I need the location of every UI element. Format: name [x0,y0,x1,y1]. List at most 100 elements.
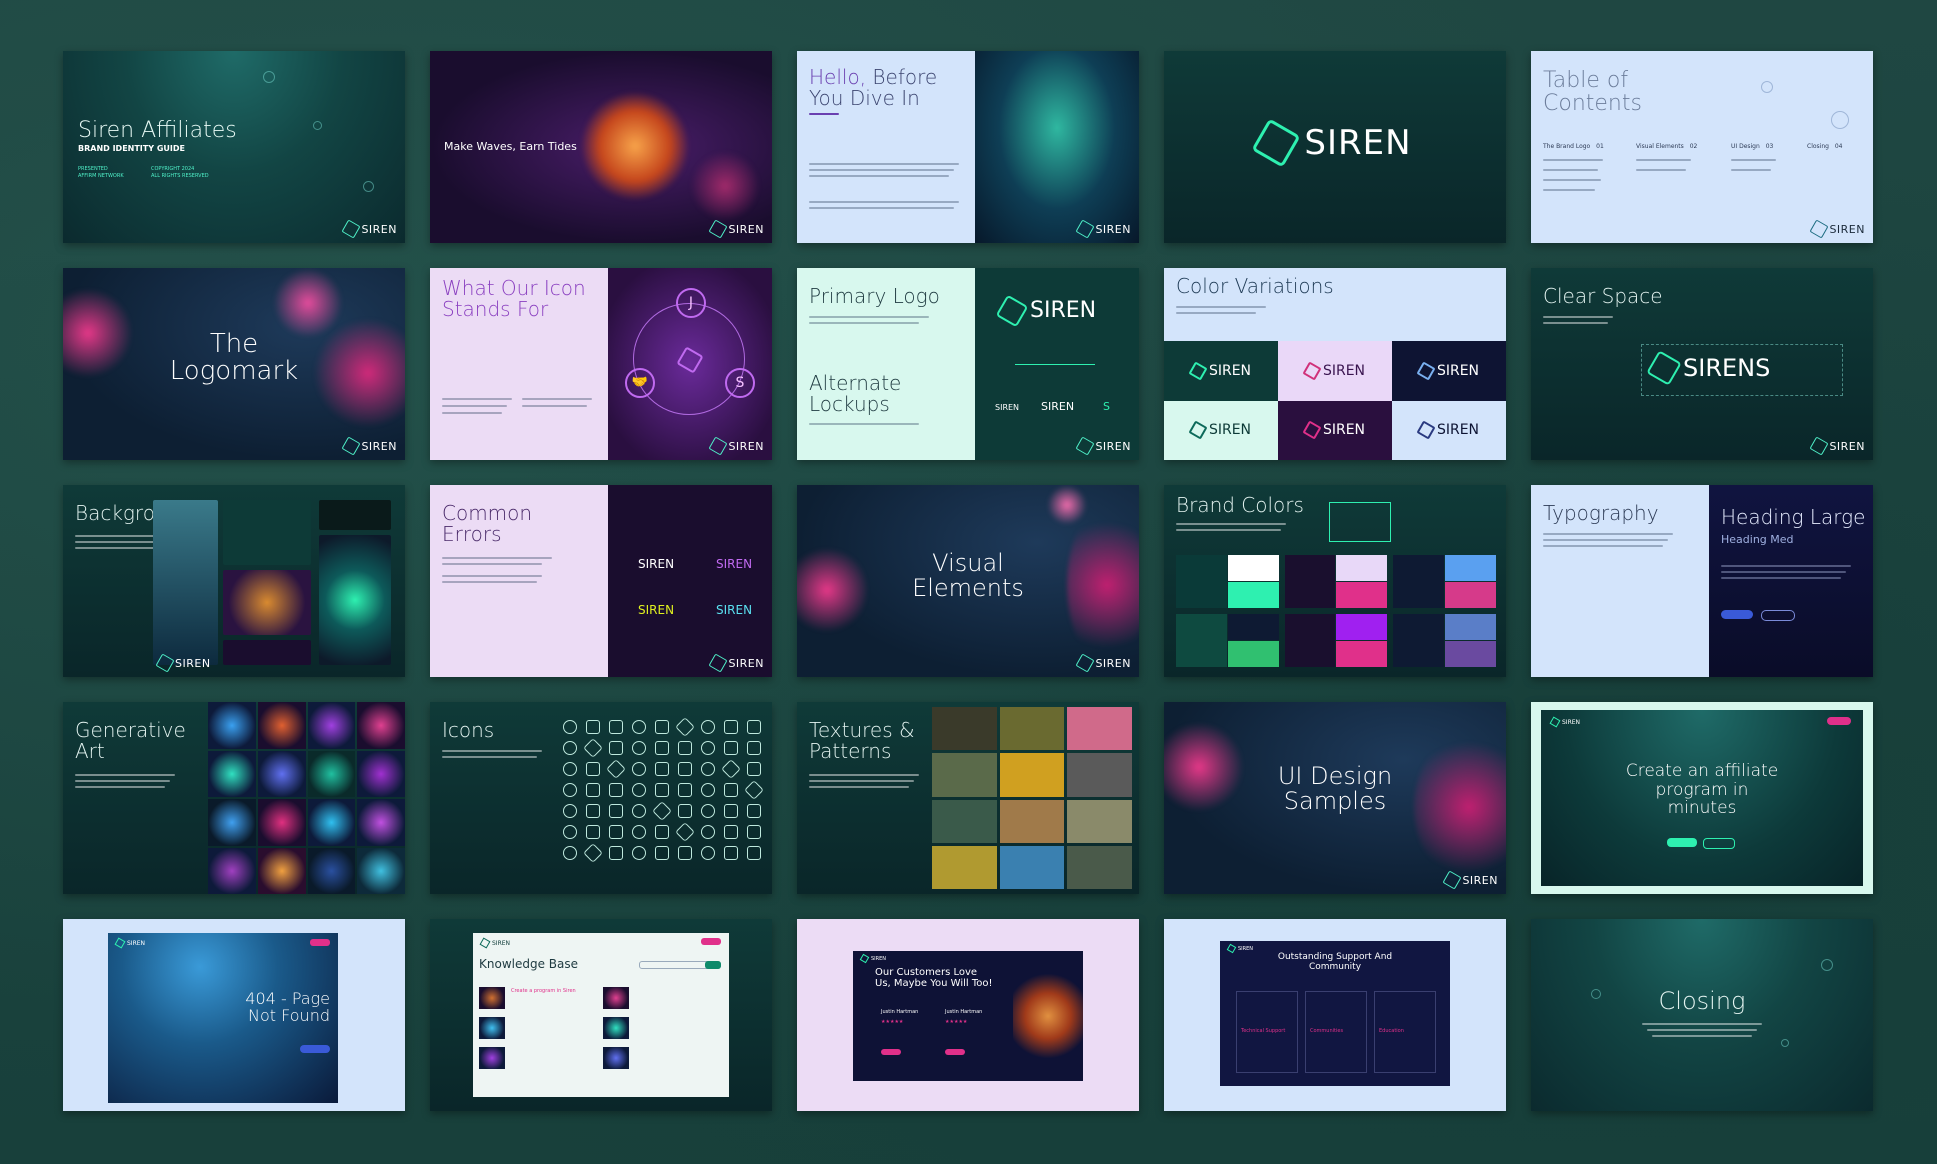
brand-colors-title: Brand Colors [1176,493,1304,517]
line-icon [675,822,695,842]
line-icon [724,825,738,839]
slide-primary-logo[interactable]: SIREN SIREN SIREN S Primary Logo Alterna… [797,268,1139,460]
404-frame: SIREN 404 - Page Not Found [108,933,338,1103]
slide-logo[interactable]: SIREN [1164,51,1506,243]
line-icon [724,804,738,818]
hex-logo-icon [1075,436,1095,456]
hex-logo-icon [155,653,175,673]
slide-typography[interactable]: Heading Large Heading Med Typography [1531,485,1873,677]
slide-icons[interactable]: Icons [430,702,772,894]
line-icon [747,825,761,839]
brand-watermark: SIREN [708,219,764,239]
line-icon [609,804,623,818]
error-example-2: SIREN [716,557,753,571]
404-home-button [300,1045,330,1053]
heading-med-sample: Heading Med [1721,533,1794,546]
line-icon [632,846,646,860]
closing-title: Closing [1658,987,1746,1015]
slide-hero-sample[interactable]: SIREN Create an affiliate program in min… [1531,702,1873,894]
slide-textures[interactable]: Textures & Patterns [797,702,1139,894]
line-icon [655,783,669,797]
hex-logo-icon [1075,219,1095,239]
line-icon [678,783,692,797]
support-card: Communities [1305,991,1367,1073]
swatch-grid [1176,555,1496,667]
slide-knowledge-base[interactable]: SIREN Knowledge Base Create a program in… [430,919,772,1111]
slide-closing[interactable]: Closing [1531,919,1873,1111]
variation-tile: SIREN [1278,400,1392,460]
swatch [1393,614,1445,667]
line-icon [721,759,741,779]
line-icon [583,738,603,758]
icons-title: Icons [442,718,495,742]
testimonial-octopus-image [1013,961,1083,1071]
line-icon [632,741,646,755]
line-icon [586,720,600,734]
line-icon [586,783,600,797]
brand-watermark: SIREN [708,436,764,456]
slide-hello[interactable]: Hello, Before You Dive In SIREN [797,51,1139,243]
support-frame: SIREN Outstanding Support And Community … [1220,941,1450,1086]
toc-section-2: Visual Elements 02 [1636,143,1698,150]
testimonial-headline: Our Customers Love Us, Maybe You Will To… [875,967,993,989]
line-icon [563,783,577,797]
slide-ui-samples[interactable]: UI Design Samples SIREN [1164,702,1506,894]
slide-icon-meaning[interactable]: J S 🤝 What Our Icon Stands For SIREN [430,268,772,460]
rating-stars: ★★★★★ [881,1019,904,1025]
hex-logo-icon [1646,350,1682,386]
background-thumb-jelly [319,535,391,665]
slide-testimonials[interactable]: SIREN Our Customers Love Us, Maybe You W… [797,919,1139,1111]
hex-logo-icon [1809,436,1829,456]
kb-article-thumb [479,1047,505,1069]
line-icon [655,846,669,860]
line-icon [698,738,718,758]
primary-lockup: SIREN [995,294,1096,327]
slide-support[interactable]: SIREN Outstanding Support And Community … [1164,919,1506,1111]
support-headline: Outstanding Support And Community [1277,952,1393,972]
testimonial-button [945,1049,965,1055]
swatch [1445,614,1496,640]
sample-secondary-button [1761,610,1795,621]
hero-headline: Create an affiliate program in minutes [1625,761,1779,819]
slide-color-variations[interactable]: Color Variations SIREN SIREN SIREN SIREN… [1164,268,1506,460]
hex-logo-icon [708,436,728,456]
swatch [1336,614,1388,640]
slide-cover[interactable]: Siren Affiliates BRAND IDENTITY GUIDE PR… [63,51,405,243]
slide-logomark[interactable]: The Logomark SIREN [63,268,405,460]
line-icon [701,783,715,797]
line-icon [701,762,715,776]
line-icon [563,846,577,860]
line-icon [655,825,669,839]
swatch [1176,555,1227,608]
hex-logo-icon [1442,870,1462,890]
slide-tagline[interactable]: Make Waves, Earn Tides SIREN [430,51,772,243]
kb-search-button[interactable] [705,961,721,969]
slide-backgrounds[interactable]: Backgrounds SIREN [63,485,405,677]
hero-nav-logo: SIREN [1549,716,1580,728]
icon-meaning-title: What Our Icon Stands For [442,276,586,321]
letter-j-badge: J [676,288,706,318]
textures-title: Textures & Patterns [809,718,915,763]
rating-stars: ★★★★★ [945,1019,968,1025]
slide-visual-elements[interactable]: Visual Elements SIREN [797,485,1139,677]
line-icon [678,762,692,776]
slide-generative-art[interactable]: Generative Art [63,702,405,894]
tagline: Make Waves, Earn Tides [444,140,577,153]
404-nav-logo: SIREN [114,937,145,949]
line-icon [652,801,672,821]
slide-404[interactable]: SIREN 404 - Page Not Found [63,919,405,1111]
support-card-title: Communities [1310,1028,1344,1034]
kb-article-link[interactable]: Create a program in Siren [511,988,576,994]
slide-brand-colors[interactable]: Brand Colors [1164,485,1506,677]
brand-watermark: SIREN [1442,870,1498,890]
error-example-4: SIREN [716,603,753,617]
slide-toc[interactable]: Table of Contents The Brand Logo 01 Visu… [1531,51,1873,243]
cover-meta-right-2: ALL RIGHTS RESERVED [151,173,209,179]
line-icon [609,720,623,734]
slide-common-errors[interactable]: SIREN SIREN SIREN SIREN Common Errors SI… [430,485,772,677]
variation-grid: SIREN SIREN SIREN SIREN SIREN SIREN [1164,341,1506,460]
brand-watermark: SIREN [341,219,397,239]
testimonial-frame: SIREN Our Customers Love Us, Maybe You W… [853,951,1083,1081]
slide-clear-space[interactable]: Clear Space SIRENS SIREN [1531,268,1873,460]
line-icon [609,741,623,755]
